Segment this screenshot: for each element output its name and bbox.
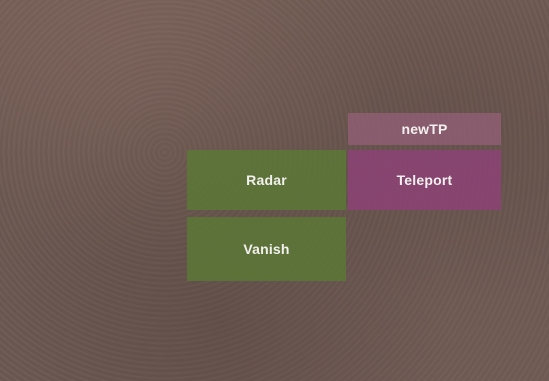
newtp-button[interactable]: newTP (348, 113, 501, 145)
radar-button[interactable]: Radar (187, 150, 346, 210)
newtp-button-label: newTP (401, 121, 448, 137)
radar-button-label: Radar (246, 172, 287, 188)
vanish-button[interactable]: Vanish (187, 217, 346, 281)
teleport-button[interactable]: Teleport (348, 150, 501, 210)
vanish-button-label: Vanish (243, 241, 290, 257)
teleport-button-label: Teleport (396, 172, 453, 188)
